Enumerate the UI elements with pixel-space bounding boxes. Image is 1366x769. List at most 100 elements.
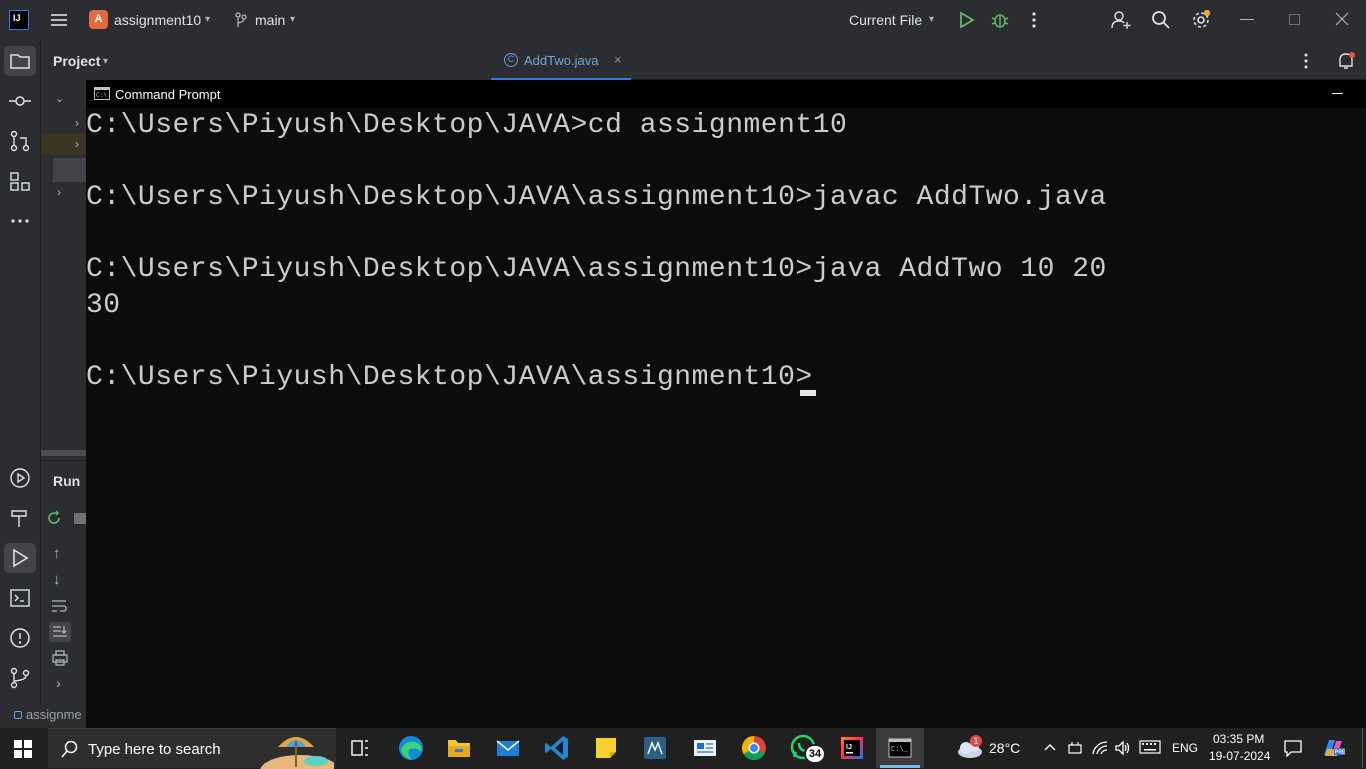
scroll-to-end-icon[interactable]: [52, 625, 68, 639]
cmd-minimize-icon[interactable]: [1332, 93, 1343, 94]
text-cursor: [800, 390, 816, 396]
tree-chevron-right-icon[interactable]: ›: [75, 116, 79, 130]
services-icon[interactable]: [9, 467, 31, 489]
arrow-up-icon[interactable]: ↑: [53, 545, 61, 562]
chevron-up-icon[interactable]: [1043, 740, 1057, 754]
cmd-output-line: 30: [86, 290, 121, 321]
run-icon[interactable]: [956, 10, 976, 30]
structure-icon[interactable]: [9, 170, 31, 192]
build-hammer-icon[interactable]: [9, 507, 31, 529]
pull-requests-icon[interactable]: [9, 130, 31, 152]
cmd-output-line: C:\Users\Piyush\Desktop\JAVA\assignment1…: [86, 254, 1107, 285]
soft-wrap-icon[interactable]: [51, 599, 67, 613]
folder-icon[interactable]: [9, 50, 31, 72]
search-highlight-illustration: [256, 731, 334, 769]
editor-tab-bar: C AddTwo.java ×: [491, 40, 1366, 80]
rerun-icon[interactable]: [46, 510, 62, 526]
more-horizontal-icon[interactable]: [9, 210, 31, 232]
project-selector[interactable]: assignment10: [114, 12, 201, 28]
commit-icon[interactable]: [9, 90, 31, 112]
device-icon[interactable]: [1066, 740, 1084, 756]
project-avatar[interactable]: A: [89, 10, 108, 29]
vscode-icon[interactable]: [541, 732, 573, 764]
chevron-right-icon[interactable]: ›: [56, 675, 61, 691]
run-config-selector[interactable]: Current File: [849, 12, 922, 28]
mail-icon[interactable]: [492, 732, 524, 764]
branch-selector[interactable]: main: [255, 12, 285, 28]
weather-temperature[interactable]: 28°C: [989, 740, 1020, 756]
run-panel-title[interactable]: Run: [53, 473, 80, 489]
panel-title[interactable]: Project: [53, 53, 100, 69]
news-app-icon[interactable]: [689, 732, 721, 764]
windows-taskbar: Type here to search 34 IJ C:\_ 1 28°C EN…: [0, 728, 1366, 769]
tree-expand-icon[interactable]: ⌄: [55, 92, 64, 105]
more-vertical-icon[interactable]: [1296, 51, 1316, 71]
minimize-icon[interactable]: [1240, 19, 1254, 20]
status-breadcrumb[interactable]: assignme: [26, 707, 86, 722]
volume-icon[interactable]: [1114, 739, 1132, 757]
search-placeholder: Type here to search: [88, 741, 221, 758]
intellij-taskbar-icon[interactable]: IJ: [836, 732, 868, 764]
more-vertical-icon[interactable]: [1024, 10, 1044, 30]
tree-row-highlight[interactable]: [41, 133, 86, 155]
cmd-taskbar-icon[interactable]: C:\_: [884, 732, 916, 764]
tree-chevron-right-icon[interactable]: ›: [75, 137, 79, 151]
main-menu-icon[interactable]: [49, 10, 69, 30]
cmd-output-line: C:\Users\Piyush\Desktop\JAVA\assignment1…: [86, 182, 1107, 213]
problems-icon[interactable]: [9, 627, 31, 649]
cmd-output-line: C:\Users\Piyush\Desktop\JAVA>cd assignme…: [86, 110, 848, 141]
cmd-prompt-line[interactable]: C:\Users\Piyush\Desktop\JAVA\assignment1…: [86, 362, 813, 393]
copilot-icon[interactable]: PRE: [1321, 737, 1345, 759]
close-icon[interactable]: [1335, 12, 1349, 26]
ide-status-bar: assignme: [0, 703, 86, 728]
clock-date[interactable]: 19-07-2024: [1209, 749, 1270, 763]
command-prompt-window[interactable]: C:\ Command Prompt C:\Users\Piyush\Deskt…: [86, 80, 1366, 728]
cmd-title-bar[interactable]: C:\ Command Prompt: [86, 80, 1366, 108]
show-desktop-button[interactable]: [1362, 728, 1366, 768]
tab-label[interactable]: AddTwo.java: [524, 53, 598, 68]
chrome-icon[interactable]: [738, 732, 770, 764]
ide-title-bar: IJ A assignment10 ▾ main ▾ Current File …: [0, 0, 1366, 40]
svg-text:C:\: C:\: [96, 92, 107, 99]
run-tool-icon[interactable]: [9, 547, 31, 569]
cmd-app-icon: C:\: [94, 87, 110, 100]
scrollbar[interactable]: [41, 450, 86, 456]
sticky-notes-icon[interactable]: [590, 732, 622, 764]
chevron-down-icon: ▾: [205, 14, 211, 25]
run-panel: Run ↑ ↓ ›: [41, 460, 86, 728]
clock-time[interactable]: 03:35 PM: [1213, 732, 1264, 746]
git-icon[interactable]: [9, 667, 31, 689]
tree-row-selected[interactable]: [53, 158, 86, 182]
task-view-icon[interactable]: [344, 732, 376, 764]
tab-close-icon[interactable]: ×: [614, 52, 622, 67]
search-icon[interactable]: [1151, 10, 1171, 30]
file-explorer-icon[interactable]: [443, 732, 475, 764]
arrow-down-icon[interactable]: ↓: [53, 571, 61, 588]
taskbar-search-box[interactable]: Type here to search: [48, 728, 336, 769]
notification-badge: 34: [804, 744, 826, 764]
keyboard-icon[interactable]: [1139, 740, 1161, 754]
chevron-down-icon: ▾: [290, 14, 296, 25]
terminal-icon[interactable]: [9, 587, 31, 609]
input-language[interactable]: ENG: [1172, 741, 1198, 755]
notification-center-icon[interactable]: [1284, 739, 1302, 757]
tree-chevron-right-icon[interactable]: ›: [57, 185, 61, 199]
restore-icon[interactable]: [1289, 14, 1300, 25]
chevron-down-icon: ▾: [929, 14, 935, 25]
wifi-icon[interactable]: [1091, 739, 1109, 757]
stop-icon[interactable]: [74, 513, 86, 524]
print-icon[interactable]: [52, 650, 68, 666]
debug-icon[interactable]: [990, 10, 1010, 30]
ide-left-toolbar: [0, 40, 41, 728]
java-class-icon: C: [504, 53, 518, 67]
branch-icon: [234, 12, 248, 28]
svg-text:IJ: IJ: [846, 744, 852, 751]
windows-start-icon[interactable]: [14, 740, 32, 758]
edge-browser-icon[interactable]: [395, 732, 427, 764]
notifications-bell-icon[interactable]: [1336, 51, 1356, 71]
add-user-icon[interactable]: [1111, 10, 1131, 30]
mysql-workbench-icon[interactable]: [639, 732, 671, 764]
search-icon: [61, 740, 79, 758]
settings-gear-icon[interactable]: [1191, 10, 1211, 30]
intellij-logo-icon[interactable]: IJ: [9, 10, 29, 30]
